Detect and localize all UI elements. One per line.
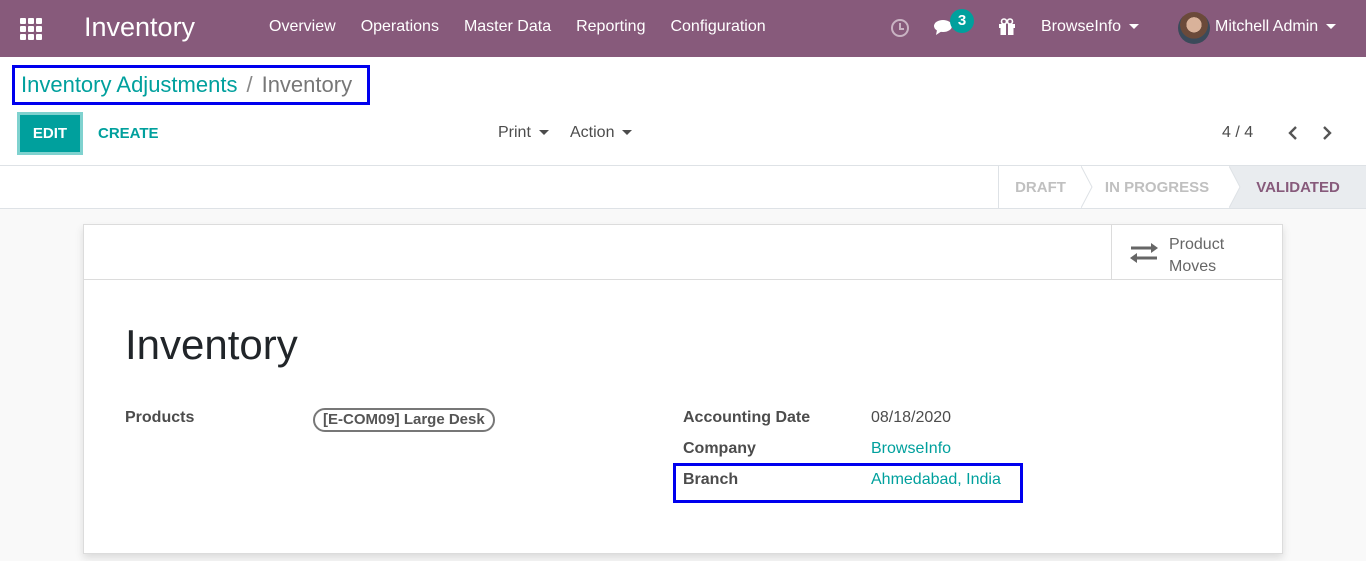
apps-grid-icon[interactable] (20, 18, 42, 40)
action-dropdown-label: Action (570, 124, 615, 141)
chevron-down-icon (622, 130, 633, 136)
create-button[interactable]: CREATE (98, 125, 159, 142)
smart-button-box: Product Moves (84, 225, 1282, 280)
company-switcher[interactable]: BrowseInfo (1041, 18, 1140, 36)
product-moves-label: Product Moves (1169, 234, 1269, 278)
menu-item-reporting[interactable]: Reporting (576, 18, 645, 36)
breadcrumb: Inventory Adjustments / Inventory (12, 65, 370, 105)
activity-clock-icon[interactable] (891, 19, 909, 37)
stage-separator (1229, 166, 1241, 208)
products-label: Products (125, 409, 195, 426)
chevron-down-icon (1326, 24, 1337, 30)
breadcrumb-link-inventory-adjustments[interactable]: Inventory Adjustments (21, 72, 237, 98)
chevron-down-icon (538, 130, 549, 136)
product-moves-button[interactable]: Product Moves (1111, 225, 1282, 279)
accounting-date-value: 08/18/2020 (871, 409, 952, 426)
branch-link[interactable]: Ahmedabad, India (871, 471, 1001, 489)
gift-icon[interactable] (998, 18, 1016, 36)
stage-in-progress[interactable]: IN PROGRESS (1082, 166, 1232, 208)
company-label: Company (683, 440, 756, 457)
edit-button[interactable]: EDIT (17, 112, 83, 155)
menu-item-configuration[interactable]: Configuration (670, 18, 765, 36)
chevron-down-icon (1129, 24, 1140, 30)
menu-item-overview[interactable]: Overview (269, 18, 336, 36)
print-dropdown-label: Print (498, 124, 531, 141)
pager-value[interactable]: 4 / 4 (1222, 124, 1253, 142)
app-title[interactable]: Inventory (84, 12, 195, 43)
menu-item-operations[interactable]: Operations (361, 18, 439, 36)
chevron-right-icon[interactable] (1320, 126, 1334, 140)
stage-draft[interactable]: DRAFT (998, 166, 1082, 208)
company-switcher-label: BrowseInfo (1041, 18, 1122, 35)
status-bar: DRAFT IN PROGRESS VALIDATED (0, 165, 1366, 209)
product-moves-label-line2: Moves (1169, 258, 1217, 275)
product-tag[interactable]: [E-COM09] Large Desk (313, 408, 495, 432)
company-link[interactable]: BrowseInfo (871, 440, 951, 458)
print-dropdown[interactable]: Print (498, 124, 549, 142)
avatar[interactable] (1178, 12, 1210, 44)
record-title: Inventory (125, 321, 298, 368)
chevron-left-icon[interactable] (1286, 126, 1300, 140)
main-menu: Overview Operations Master Data Reportin… (269, 18, 791, 36)
top-navbar: Inventory Overview Operations Master Dat… (0, 0, 1366, 57)
form-sheet: Product Moves Inventory Products [E-COM0… (83, 224, 1283, 554)
product-moves-label-line1: Product (1169, 236, 1225, 253)
user-menu[interactable]: Mitchell Admin (1215, 18, 1337, 36)
stage-validated: VALIDATED (1230, 166, 1366, 208)
message-count-badge: 3 (950, 9, 974, 33)
action-dropdown[interactable]: Action (570, 124, 633, 142)
accounting-date-label: Accounting Date (683, 409, 811, 426)
user-name: Mitchell Admin (1215, 18, 1319, 35)
breadcrumb-current: Inventory (261, 72, 353, 97)
menu-item-master-data[interactable]: Master Data (464, 18, 551, 36)
branch-label: Branch (683, 471, 739, 488)
breadcrumb-separator: / (246, 72, 253, 97)
transfer-arrows-icon (1130, 243, 1158, 263)
